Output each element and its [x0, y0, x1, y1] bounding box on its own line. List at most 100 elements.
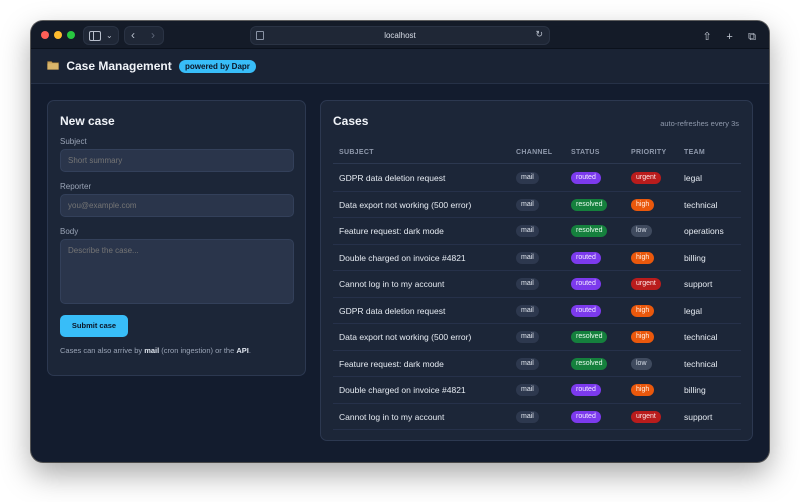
address-bar[interactable]: localhost ↻ [250, 26, 550, 45]
channel-badge: mail [516, 331, 539, 343]
share-icon[interactable]: ⇧ [698, 29, 716, 45]
browser-titlebar: ⌄ ‹ › localhost ↻ ⇧ + ⧉ [31, 21, 769, 49]
body-textarea[interactable] [60, 239, 294, 304]
status-badge: routed [571, 410, 601, 423]
auto-refresh-note: auto-refreshes every 3s [660, 119, 739, 128]
case-subject: Cannot log in to my account [339, 411, 445, 422]
case-team: legal [684, 305, 702, 316]
channel-badge: mail [516, 278, 539, 290]
table-row[interactable]: GDPR data deletion request mail routed high… [333, 298, 741, 324]
tabs-overview-icon[interactable]: ⧉ [743, 29, 761, 45]
priority-badge: high [631, 384, 655, 396]
column-subject: SUBJECT [339, 149, 374, 156]
table-row[interactable]: Cannot log in to my account mail routed urg… [333, 271, 741, 298]
status-badge: routed [571, 384, 601, 396]
case-team: billing [684, 252, 706, 263]
sidebar-toggle-button[interactable]: ⌄ [83, 26, 119, 45]
app-title: Case Management [66, 59, 172, 73]
back-button[interactable]: ‹ [131, 27, 135, 44]
browser-window: ⌄ ‹ › localhost ↻ ⇧ + ⧉ Case Management … [31, 21, 769, 462]
status-badge: routed [571, 278, 601, 290]
priority-badge: urgent [631, 172, 661, 184]
table-row[interactable]: Feature request: dark mode mail resolved lo… [333, 218, 741, 245]
table-row[interactable]: Cannot log in to my account mail routed urg… [333, 404, 741, 430]
case-subject: GDPR data deletion request [339, 305, 446, 316]
channel-badge: mail [516, 198, 539, 211]
hint-mail: mail [144, 346, 160, 355]
priority-badge: high [631, 251, 655, 264]
url-text: localhost [384, 31, 416, 40]
column-team: TEAM [684, 149, 706, 156]
app-brand: Case Management [47, 59, 172, 73]
channel-badge: mail [516, 357, 539, 370]
body-label: Body [60, 227, 79, 236]
hint-middle: (cron ingestion) or the [159, 346, 237, 355]
case-team: support [684, 279, 713, 289]
table-row[interactable]: Double charged on invoice #4821 mail route… [333, 245, 741, 271]
case-subject: Data export not working (500 error) [339, 332, 472, 342]
priority-badge: low [631, 225, 652, 237]
table-row[interactable]: GDPR data deletion request mail routed urge… [333, 165, 741, 192]
case-team: billing [684, 385, 706, 395]
cases-card: Cases auto-refreshes every 3s SUBJECT CH… [320, 100, 753, 441]
forward-button[interactable]: › [151, 27, 155, 44]
priority-badge: high [631, 304, 655, 317]
ingestion-hint: Cases can also arrive by mail (cron inge… [60, 346, 251, 355]
subject-input[interactable] [60, 149, 294, 172]
reporter-label: Reporter [60, 182, 92, 191]
subject-label: Subject [60, 137, 87, 146]
table-row[interactable]: Data export not working (500 error) mail r… [333, 192, 741, 218]
new-tab-icon[interactable]: + [721, 29, 739, 45]
close-window-button[interactable] [41, 31, 49, 39]
hint-api: API [236, 346, 249, 355]
minimize-window-button[interactable] [54, 31, 62, 39]
table-row[interactable]: Double charged on invoice #4821 mail route… [333, 377, 741, 404]
table-row[interactable]: Feature request: dark mode mail resolved lo… [333, 351, 741, 377]
priority-badge: urgent [631, 410, 661, 423]
hint-prefix: Cases can also arrive by [60, 346, 145, 355]
cases-title: Cases [333, 114, 369, 128]
nav-buttons: ‹ › [124, 26, 164, 45]
priority-badge: high [631, 331, 655, 343]
case-team: operations [684, 226, 724, 236]
table-row[interactable]: Data export not working (500 error) mail r… [333, 324, 741, 351]
powered-by-badge: powered by Dapr [179, 60, 256, 73]
channel-badge: mail [516, 172, 539, 184]
hint-suffix: . [248, 346, 251, 355]
submit-case-button[interactable]: Submit case [60, 315, 128, 337]
case-team: technical [684, 199, 718, 210]
case-team: technical [684, 332, 718, 342]
priority-badge: urgent [631, 278, 661, 290]
status-badge: routed [571, 304, 601, 317]
priority-badge: low [631, 357, 652, 370]
case-team: technical [684, 358, 718, 369]
status-badge: routed [571, 172, 601, 184]
priority-badge: high [631, 198, 655, 211]
channel-badge: mail [516, 251, 539, 264]
status-badge: resolved [571, 198, 608, 211]
sidebar-icon [89, 31, 101, 41]
reload-icon[interactable]: ↻ [535, 29, 543, 40]
reporter-input[interactable] [60, 194, 294, 217]
case-subject: Double charged on invoice #4821 [339, 385, 466, 395]
case-subject: Feature request: dark mode [339, 226, 444, 236]
channel-badge: mail [516, 384, 539, 396]
status-badge: resolved [571, 225, 608, 237]
case-subject: GDPR data deletion request [339, 173, 446, 183]
case-team: support [684, 411, 713, 422]
app-header: Case Management powered by Dapr [31, 49, 769, 84]
new-case-card: New case Subject Reporter Body Submit ca… [47, 100, 306, 376]
case-team: legal [684, 173, 702, 183]
case-subject: Feature request: dark mode [339, 358, 444, 369]
column-priority: PRIORITY [631, 149, 667, 156]
case-subject: Double charged on invoice #4821 [339, 252, 466, 263]
channel-badge: mail [516, 410, 539, 423]
status-badge: resolved [571, 357, 608, 370]
column-status: STATUS [571, 149, 600, 156]
zoom-window-button[interactable] [67, 31, 75, 39]
channel-badge: mail [516, 304, 539, 317]
case-subject: Cannot log in to my account [339, 279, 445, 289]
status-badge: resolved [571, 331, 608, 343]
column-channel: CHANNEL [516, 149, 553, 156]
browser-toolbar-right: ⇧ + ⧉ [698, 27, 761, 43]
